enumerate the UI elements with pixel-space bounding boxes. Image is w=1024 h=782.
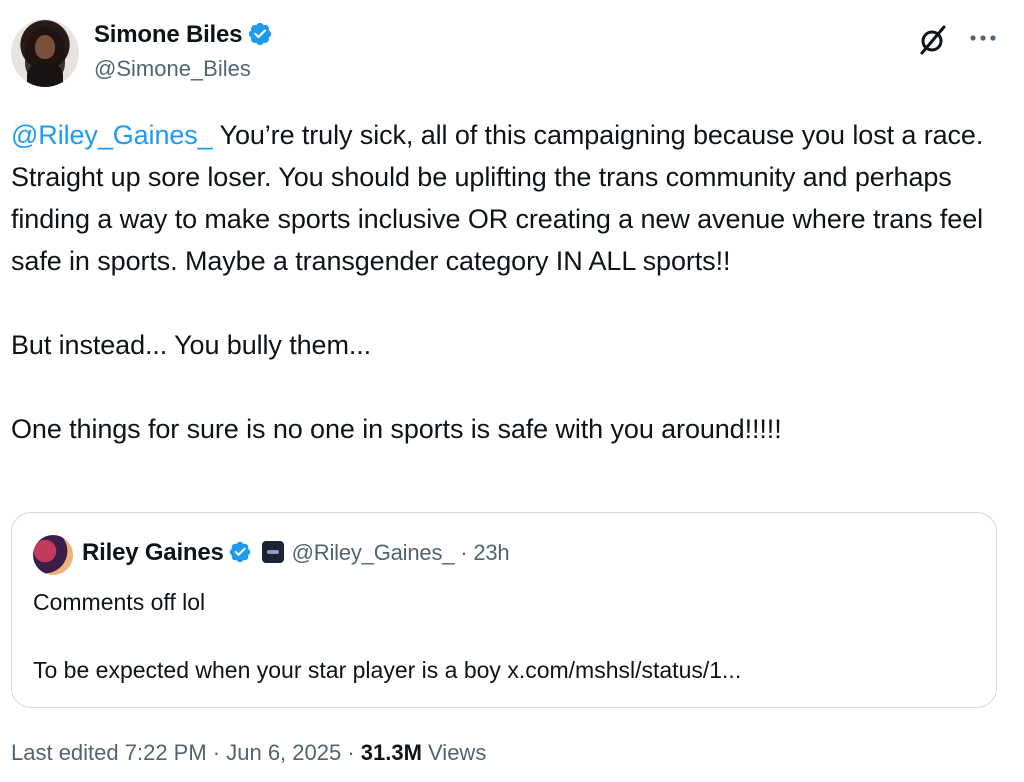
tweet-footer: Last edited 7:22 PM · Jun 6, 2025 · 31.3…	[11, 740, 486, 766]
author-avatar[interactable]	[11, 19, 79, 87]
mention-link[interactable]: @Riley_Gaines_	[11, 120, 213, 150]
author-display-name[interactable]: Simone Biles	[94, 21, 273, 49]
tweet-text: @Riley_Gaines_ You’re truly sick, all of…	[11, 114, 1011, 450]
quoted-tweet-text: Comments off lol To be expected when you…	[33, 589, 742, 683]
grok-icon[interactable]	[917, 24, 949, 56]
verified-badge-icon	[249, 22, 272, 46]
quoted-tweet-card[interactable]: Riley Gaines @Riley_Gaines_ · 23h Comments…	[11, 512, 997, 708]
edited-timestamp[interactable]: Last edited 7:22 PM · Jun 6, 2025 ·	[11, 740, 361, 765]
quoted-author-handle[interactable]: @Riley_Gaines_	[292, 540, 455, 565]
quoted-author-header[interactable]: Riley Gaines @Riley_Gaines_ · 23h	[82, 539, 510, 567]
author-handle[interactable]: @Simone_Biles	[94, 56, 251, 82]
quoted-author-name[interactable]: Riley Gaines	[82, 539, 224, 566]
quoted-timestamp[interactable]: · 23h	[460, 540, 509, 565]
affiliation-badge-icon[interactable]	[261, 541, 284, 563]
more-icon[interactable]	[968, 28, 998, 48]
quoted-author-avatar[interactable]	[33, 535, 73, 575]
views-label: Views	[421, 740, 487, 765]
verified-badge-icon	[229, 541, 250, 563]
author-name-text[interactable]: Simone Biles	[94, 21, 243, 48]
views-count[interactable]: 31.3M	[361, 740, 422, 765]
tweet-body: You’re truly sick, all of this campaigni…	[11, 120, 984, 444]
